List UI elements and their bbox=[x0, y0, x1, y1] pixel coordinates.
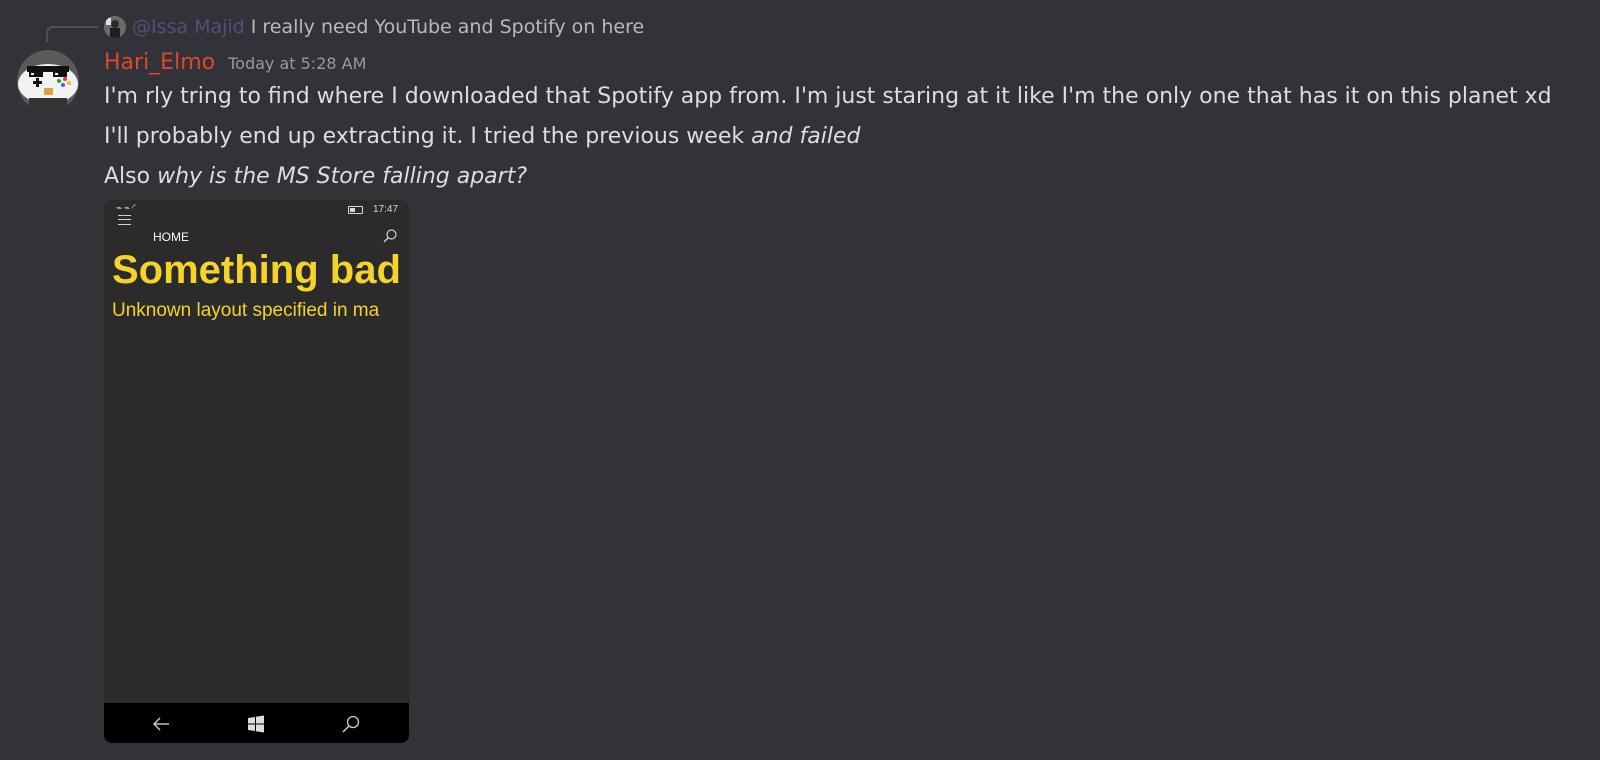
hamburger-icon bbox=[118, 215, 131, 225]
image-attachment[interactable]: ⌁⌁◜ 17:47 HOME Something bad Unknown lay… bbox=[104, 200, 409, 743]
reply-connector bbox=[46, 26, 98, 42]
battery-icon bbox=[348, 206, 363, 214]
phone-page-title: HOME bbox=[153, 230, 189, 244]
message-text: Also bbox=[104, 164, 158, 189]
signal-icon: ⌁⌁◜ bbox=[116, 203, 138, 214]
message-line: I'm rly tring to find where I downloaded… bbox=[104, 84, 1552, 109]
error-title: Something bad bbox=[112, 248, 401, 292]
status-time: 17:47 bbox=[373, 204, 399, 215]
search-icon bbox=[383, 229, 397, 243]
message-italic-text: why is the MS Store falling apart? bbox=[157, 164, 527, 189]
phone-status-bar: ⌁⌁◜ 17:47 bbox=[104, 200, 409, 220]
message-line: I'll probably end up extracting it. I tr… bbox=[104, 124, 860, 149]
message-italic-text: and failed bbox=[751, 124, 861, 149]
error-subtitle: Unknown layout specified in ma bbox=[112, 300, 380, 321]
back-icon bbox=[153, 717, 169, 731]
user-avatar-icon[interactable] bbox=[17, 50, 79, 112]
reply-text[interactable]: I really need YouTube and Spotify on her… bbox=[251, 16, 644, 38]
reply-avatar-icon[interactable] bbox=[104, 16, 126, 38]
message-header: Hari_Elmo Today at 5:28 AM bbox=[104, 50, 366, 75]
message-text: I'll probably end up extracting it. I tr… bbox=[104, 124, 752, 149]
search-icon bbox=[342, 715, 360, 733]
message-line: Also why is the MS Store falling apart? bbox=[104, 164, 527, 189]
timestamp[interactable]: Today at 5:28 AM bbox=[228, 54, 366, 73]
phone-nav-bar bbox=[104, 703, 409, 743]
reply-preview[interactable]: @Issa Majid I really need YouTube and Sp… bbox=[104, 14, 644, 40]
windows-icon bbox=[248, 715, 264, 733]
chat-message: @Issa Majid I really need YouTube and Sp… bbox=[0, 0, 1600, 760]
username[interactable]: Hari_Elmo bbox=[104, 50, 215, 75]
reply-mention[interactable]: @Issa Majid bbox=[132, 16, 245, 38]
